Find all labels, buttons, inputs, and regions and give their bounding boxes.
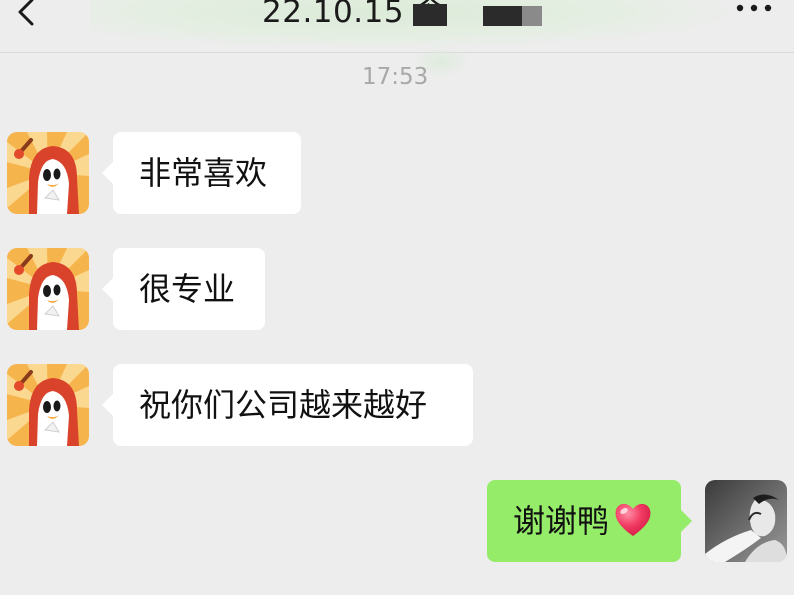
incoming-message-bubble[interactable]: 非常喜欢	[102, 132, 301, 214]
redacted-block	[413, 4, 447, 26]
contact-avatar[interactable]	[7, 364, 89, 446]
outgoing-message-text: 谢谢鸭	[513, 502, 610, 540]
back-chevron-icon[interactable]	[10, 0, 44, 32]
more-options-icon[interactable]	[734, 0, 774, 18]
penguin-avatar-icon	[7, 132, 89, 214]
penguin-avatar-icon	[7, 248, 89, 330]
message-timestamp: 17:53	[362, 64, 429, 90]
redacted-block	[522, 6, 542, 26]
chat-header: 22.10.15 令	[0, 0, 794, 53]
contact-avatar[interactable]	[7, 132, 89, 214]
redacted-block	[483, 6, 523, 26]
heart-emoji-icon	[615, 503, 651, 536]
incoming-message-bubble[interactable]: 祝你们公司越来越好	[102, 364, 473, 446]
contact-avatar[interactable]	[7, 248, 89, 330]
portrait-avatar-icon	[705, 480, 787, 562]
incoming-message-bubble[interactable]: 很专业	[102, 248, 265, 330]
outgoing-message-bubble[interactable]: 谢谢鸭	[487, 480, 692, 562]
my-avatar[interactable]	[705, 480, 787, 562]
penguin-avatar-icon	[7, 364, 89, 446]
